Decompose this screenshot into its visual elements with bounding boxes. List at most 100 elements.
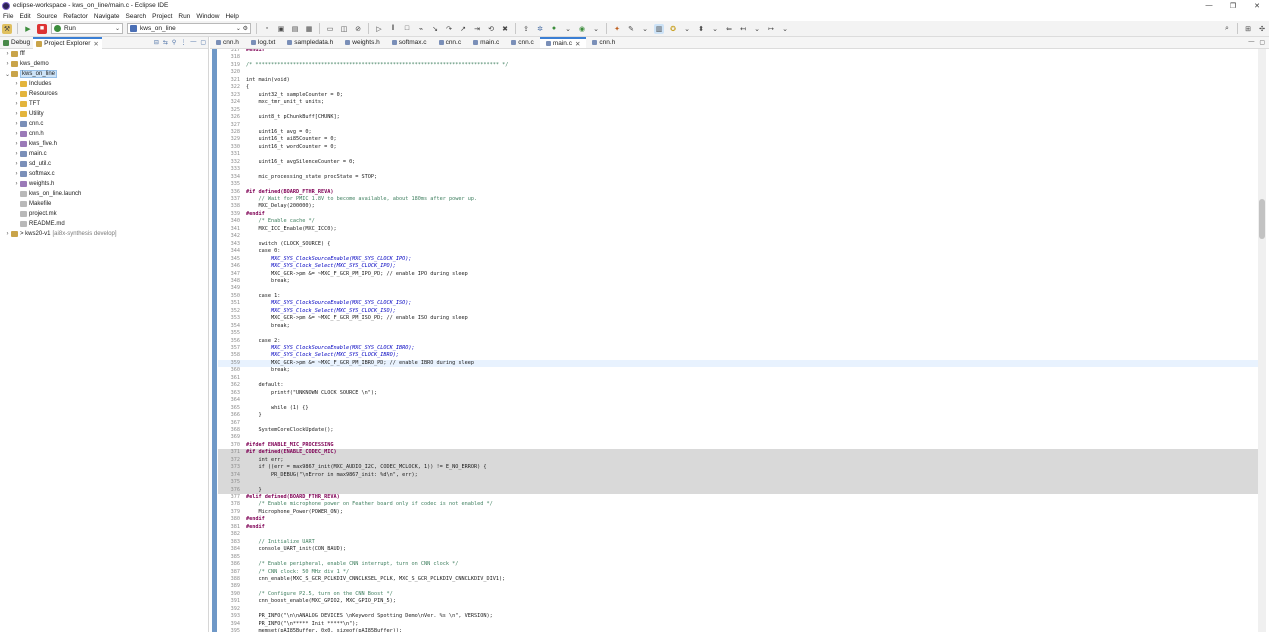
tree-item[interactable]: › > kws20-v1 [ai8x-synthesis develop] (0, 229, 208, 239)
menu-navigate[interactable]: Navigate (91, 13, 123, 20)
menu-window[interactable]: Window (193, 13, 222, 20)
launch-config-select[interactable]: kws_on_line ⌄ ⚙ (127, 23, 251, 34)
tab-project-explorer[interactable]: Project Explorer ✕ (33, 36, 102, 49)
code-line[interactable]: 339 #endif (218, 211, 1263, 218)
code-line[interactable]: 389 (218, 583, 1263, 590)
save-icon[interactable]: ▣ (276, 24, 286, 34)
code-line[interactable]: 334 mic_processing_state procState = STO… (218, 174, 1263, 181)
editor-tab[interactable]: cnn.c (505, 37, 540, 48)
save-all-icon[interactable]: ▤ (290, 24, 300, 34)
code-line[interactable]: 393 PR_INFO("\n\nANALOG DEVICES \nKeywor… (218, 613, 1263, 620)
forward-icon[interactable]: ↦ (766, 24, 776, 34)
tree-item[interactable]: › sd_util.c (0, 159, 208, 169)
expand-arrow-icon[interactable]: › (4, 61, 11, 67)
search-icon[interactable]: ⌕ (1222, 24, 1232, 34)
code-line[interactable]: 351 MXC_SYS_ClockSourceEnable(MXC_SYS_CL… (218, 300, 1263, 307)
expand-arrow-icon[interactable]: › (13, 131, 20, 137)
code-line[interactable]: 340 /* Enable cache */ (218, 218, 1263, 225)
tree-item[interactable]: ⌄ kws_on_line (0, 69, 208, 79)
code-line[interactable]: 361 (218, 375, 1263, 382)
code-line[interactable]: 384 console_UART_init(CON_BAUD); (218, 546, 1263, 553)
code-line[interactable]: 344 case 0: (218, 248, 1263, 255)
menu-refactor[interactable]: Refactor (60, 13, 91, 20)
remove-icon[interactable]: ✖ (500, 24, 510, 34)
code-line[interactable]: 354 break; (218, 323, 1263, 330)
code-line[interactable]: 356 case 2: (218, 338, 1263, 345)
tree-item[interactable]: › cnn.c (0, 119, 208, 129)
expand-arrow-icon[interactable]: › (13, 181, 20, 187)
code-line[interactable]: 369 (218, 434, 1263, 441)
terminal-icon[interactable]: ▭ (325, 24, 335, 34)
code-line[interactable]: 390 /* Configure P2.5, turn on the CNN B… (218, 591, 1263, 598)
code-line[interactable]: 379 Microphone_Power(POWER_ON); (218, 509, 1263, 516)
code-line[interactable]: 365 while (1) {} (218, 405, 1263, 412)
code-line[interactable]: 387 /* CNN clock: 50 MHz div 1 */ (218, 569, 1263, 576)
code-line[interactable]: 394 PR_INFO("\n***** Init *****\n"); (218, 621, 1263, 628)
collapse-all-icon[interactable]: ⊟ (154, 39, 159, 46)
code-line[interactable]: 348 break; (218, 278, 1263, 285)
back-dropdown-icon[interactable]: ⌄ (752, 24, 762, 34)
code-line[interactable]: 321 int main(void) (218, 77, 1263, 84)
tree-item[interactable]: › main.c (0, 149, 208, 159)
code-line[interactable]: 382 (218, 531, 1263, 538)
expand-arrow-icon[interactable]: › (13, 141, 20, 147)
view-menu-icon[interactable]: ⋮ (180, 39, 186, 46)
tree-item[interactable]: › softmax.c (0, 169, 208, 179)
code-line[interactable]: 342 (218, 233, 1263, 240)
expand-arrow-icon[interactable]: › (13, 91, 20, 97)
debug-perspective-icon[interactable]: ✣ (1257, 24, 1267, 34)
editor-tab[interactable]: cnn.c (433, 37, 468, 48)
tree-item[interactable]: › Includes (0, 79, 208, 89)
expand-arrow-icon[interactable]: › (13, 111, 20, 117)
code-line[interactable]: 371 #if defined(ENABLE_CODEC_MIC) (218, 449, 1263, 457)
code-line[interactable]: 375 (218, 479, 1263, 487)
code-line[interactable]: 385 (218, 554, 1263, 561)
code-line[interactable]: 332 uint16_t avgSilenceCounter = 0; (218, 159, 1263, 166)
tree-item[interactable]: README.md (0, 219, 208, 229)
code-line[interactable]: 363 printf("UNKNOWN CLOCK SOURCE \n"); (218, 390, 1263, 397)
code-line[interactable]: 326 uint8_t pChunkBuff[CHUNK]; (218, 114, 1263, 121)
open-type-icon[interactable]: ⌄ (640, 24, 650, 34)
code-line[interactable]: 319 /* **********************************… (218, 62, 1263, 69)
code-line[interactable]: 373 if ((err = max9867_init(MXC_AUDIO_I2… (218, 464, 1263, 472)
share-icon[interactable]: ⇪ (521, 24, 531, 34)
code-line[interactable]: 338 MXC_Delay(200000); (218, 203, 1263, 210)
perspective-icon[interactable]: ⊞ (1243, 24, 1253, 34)
code-line[interactable]: 320 (218, 69, 1263, 76)
code-line[interactable]: 383 // Initialize UART (218, 539, 1263, 546)
launch-mode-select[interactable]: Run ⌄ (51, 23, 123, 34)
code-line[interactable]: 395 memset(pAI85Buffer, 0x0, sizeof(pAI8… (218, 628, 1263, 632)
code-line[interactable]: 318 (218, 54, 1263, 61)
tab-debug[interactable]: Debug (0, 37, 33, 49)
editor-tab[interactable]: main.c ✕ (539, 37, 587, 48)
code-line[interactable]: 366 } (218, 412, 1263, 419)
code-line[interactable]: 352 MXC_SYS_Clock_Select(MXC_SYS_CLOCK_I… (218, 308, 1263, 315)
restart-icon[interactable]: ⟲ (486, 24, 496, 34)
tree-item[interactable]: › kws_five.h (0, 139, 208, 149)
external-tools-icon[interactable]: ◉ (577, 24, 587, 34)
code-line[interactable]: 358 MXC_SYS_Clock_Select(MXC_SYS_CLOCK_I… (218, 352, 1263, 359)
editor-tab[interactable]: softmax.c (386, 37, 433, 48)
step-over-icon[interactable]: ↷ (444, 24, 454, 34)
code-line[interactable]: 359 MXC_GCR->pm &= ~MXC_F_GCR_PM_IBRO_PD… (218, 359, 1263, 368)
close-icon[interactable]: ✕ (93, 40, 98, 48)
code-line[interactable]: 353 MXC_GCR->pm &= ~MXC_F_GCR_PM_ISO_PD;… (218, 315, 1263, 322)
tree-item[interactable]: › fff (0, 49, 208, 59)
link-editor-icon[interactable]: ⇆ (163, 39, 168, 46)
resume-icon[interactable]: ▷ (374, 24, 384, 34)
minimize-view-icon[interactable]: — (190, 39, 196, 46)
run-icon[interactable]: ● (549, 24, 559, 34)
close-icon[interactable]: ✕ (575, 40, 580, 48)
menu-search[interactable]: Search (123, 13, 150, 20)
code-line[interactable]: 374 PR_DEBUG("\nError in max9867_init: %… (218, 471, 1263, 480)
expand-arrow-icon[interactable]: › (13, 81, 20, 87)
menu-help[interactable]: Help (222, 13, 241, 20)
code-line[interactable]: 347 MXC_GCR->pm &= ~MXC_F_GCR_PM_IPO_PD;… (218, 271, 1263, 278)
back-icon[interactable]: ↤ (738, 24, 748, 34)
vertical-scrollbar[interactable] (1258, 49, 1266, 632)
run-dropdown-icon[interactable]: ⌄ (563, 24, 573, 34)
close-button[interactable]: ✕ (1245, 0, 1269, 11)
annotation-prev-icon[interactable]: ⌄ (710, 24, 720, 34)
code-line[interactable]: 357 MXC_SYS_ClockSourceEnable(MXC_SYS_CL… (218, 345, 1263, 352)
code-line[interactable]: 324 mxc_tmr_unit_t units; (218, 99, 1263, 106)
